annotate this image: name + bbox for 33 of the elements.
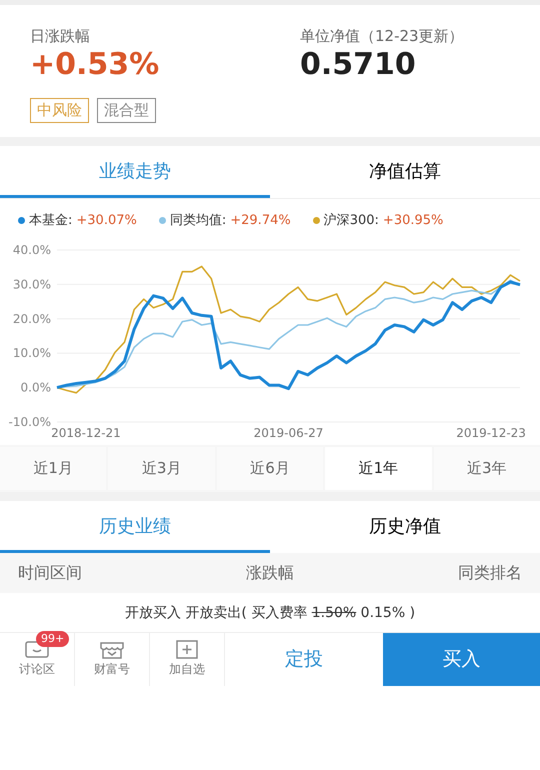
period-tab[interactable]: 近3月 bbox=[108, 447, 215, 490]
column-header: 同类排名 bbox=[458, 562, 522, 584]
count-badge: 99+ bbox=[36, 630, 70, 647]
nav-value: 0.5710 bbox=[300, 48, 417, 82]
period-tab[interactable]: 近3年 bbox=[434, 447, 540, 490]
period-tab[interactable]: 近1年 bbox=[325, 447, 432, 490]
tag: 中风险 bbox=[30, 98, 89, 122]
y-axis-label: 0.0% bbox=[20, 380, 51, 395]
x-axis-label: 2019-06-27 bbox=[254, 426, 324, 440]
add-icon bbox=[174, 638, 200, 660]
legend-value: +30.07% bbox=[76, 212, 137, 230]
y-axis-label: -10.0% bbox=[8, 415, 51, 429]
x-axis-label: 2019-12-23 bbox=[456, 426, 526, 440]
tag: 混合型 bbox=[97, 98, 156, 122]
legend-label: 本基金: bbox=[29, 212, 72, 230]
fee-note: 开放买入 开放卖出( 买入费率 1.50% 0.15% ) bbox=[124, 604, 416, 620]
legend-label: 沪深300: bbox=[324, 212, 379, 230]
column-header: 时间区间 bbox=[18, 562, 82, 584]
y-axis-label: 10.0% bbox=[12, 346, 51, 360]
period-tab[interactable]: 近1月 bbox=[0, 447, 106, 490]
legend-value: +30.95% bbox=[382, 212, 444, 230]
y-axis-label: 30.0% bbox=[12, 277, 51, 292]
legend-value: +29.74% bbox=[230, 212, 291, 230]
change-label: 日涨跌幅 bbox=[30, 26, 91, 47]
buy-button[interactable]: 买入 bbox=[383, 632, 540, 686]
y-axis-label: 40.0% bbox=[12, 243, 51, 257]
legend-label: 同类均值: bbox=[170, 212, 226, 230]
y-axis-label: 20.0% bbox=[12, 312, 51, 326]
column-header: 涨跌幅 bbox=[246, 562, 294, 584]
nav-label: 单位净值（12-23更新） bbox=[300, 26, 464, 47]
change-value: +0.53% bbox=[30, 48, 160, 82]
period-tab[interactable]: 近6月 bbox=[216, 447, 324, 490]
x-axis-label: 2018-12-21 bbox=[51, 426, 121, 440]
